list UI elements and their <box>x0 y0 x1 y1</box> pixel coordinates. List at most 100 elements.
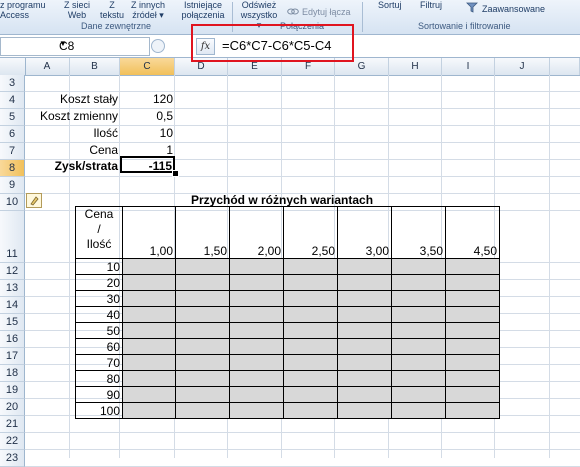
result-cell[interactable] <box>229 290 284 307</box>
fill-handle[interactable] <box>172 170 179 177</box>
result-cell[interactable] <box>175 402 230 419</box>
result-cell[interactable] <box>175 354 230 371</box>
result-cell[interactable] <box>337 386 392 403</box>
result-cell[interactable] <box>122 258 176 275</box>
filter-button[interactable]: Filtruj <box>420 0 442 10</box>
row-header-6[interactable]: 6 <box>0 126 25 143</box>
active-cell-c8[interactable] <box>120 156 175 173</box>
value-fixed-cost[interactable]: 120 <box>120 92 173 106</box>
price-header[interactable]: 3,50 <box>391 206 446 259</box>
result-cell[interactable] <box>229 386 284 403</box>
row-header-5[interactable]: 5 <box>0 109 25 126</box>
price-header[interactable]: 1,00 <box>122 206 176 259</box>
result-cell[interactable] <box>122 354 176 371</box>
column-header-k[interactable] <box>550 58 580 75</box>
result-cell[interactable] <box>175 370 230 387</box>
from-text-button[interactable]: Z tekstu <box>97 0 127 20</box>
column-header-a[interactable]: A <box>25 58 70 75</box>
value-variable-cost[interactable]: 0,5 <box>120 109 173 123</box>
result-cell[interactable] <box>122 386 176 403</box>
result-cell[interactable] <box>122 322 176 339</box>
quantity-cell[interactable]: 80 <box>75 370 123 387</box>
result-cell[interactable] <box>391 402 446 419</box>
row-header-7[interactable]: 7 <box>0 143 25 160</box>
result-cell[interactable] <box>229 258 284 275</box>
quantity-cell[interactable]: 20 <box>75 274 123 291</box>
result-cell[interactable] <box>122 274 176 291</box>
result-cell[interactable] <box>283 322 338 339</box>
row-header-8[interactable]: 8 <box>0 160 25 177</box>
row-header-18[interactable]: 18 <box>0 365 25 382</box>
from-web-button[interactable]: Z sieci Web <box>62 0 92 20</box>
result-cell[interactable] <box>175 386 230 403</box>
result-cell[interactable] <box>283 338 338 355</box>
paste-options-icon[interactable] <box>26 193 42 208</box>
value-quantity[interactable]: 10 <box>120 126 173 140</box>
column-header-h[interactable]: H <box>389 58 442 75</box>
result-cell[interactable] <box>337 306 392 323</box>
row-header-23[interactable]: 23 <box>0 450 25 467</box>
price-header[interactable]: 1,50 <box>175 206 230 259</box>
result-cell[interactable] <box>122 338 176 355</box>
result-cell[interactable] <box>391 290 446 307</box>
result-cell[interactable] <box>283 402 338 419</box>
result-cell[interactable] <box>175 290 230 307</box>
row-header-4[interactable]: 4 <box>0 92 25 109</box>
result-cell[interactable] <box>445 274 500 291</box>
quantity-cell[interactable]: 100 <box>75 402 123 419</box>
result-cell[interactable] <box>445 402 500 419</box>
result-cell[interactable] <box>229 274 284 291</box>
result-cell[interactable] <box>175 322 230 339</box>
result-cell[interactable] <box>337 354 392 371</box>
row-header-12[interactable]: 12 <box>0 263 25 280</box>
sort-button[interactable]: Sortuj <box>378 0 402 10</box>
price-header[interactable]: 2,00 <box>229 206 284 259</box>
price-header[interactable]: 3,00 <box>337 206 392 259</box>
result-cell[interactable] <box>175 338 230 355</box>
row-header-21[interactable]: 21 <box>0 416 25 433</box>
result-cell[interactable] <box>337 290 392 307</box>
result-cell[interactable] <box>229 354 284 371</box>
result-cell[interactable] <box>175 274 230 291</box>
result-cell[interactable] <box>283 290 338 307</box>
result-cell[interactable] <box>283 386 338 403</box>
price-header[interactable]: 2,50 <box>283 206 338 259</box>
column-header-b[interactable]: B <box>70 58 120 75</box>
edit-links-button[interactable]: Edytuj łącza <box>302 7 351 17</box>
result-cell[interactable] <box>229 338 284 355</box>
result-cell[interactable] <box>445 386 500 403</box>
column-header-i[interactable]: I <box>442 58 495 75</box>
result-cell[interactable] <box>391 338 446 355</box>
row-header-17[interactable]: 17 <box>0 348 25 365</box>
quantity-cell[interactable]: 70 <box>75 354 123 371</box>
advanced-button[interactable]: Zaawansowane <box>482 4 545 14</box>
row-header-3[interactable]: 3 <box>0 75 25 92</box>
quantity-cell[interactable]: 90 <box>75 386 123 403</box>
result-cell[interactable] <box>283 274 338 291</box>
result-cell[interactable] <box>175 306 230 323</box>
result-cell[interactable] <box>337 258 392 275</box>
result-cell[interactable] <box>122 402 176 419</box>
result-cell[interactable] <box>445 370 500 387</box>
name-box[interactable]: C8 ▼ <box>0 37 150 56</box>
result-cell[interactable] <box>445 306 500 323</box>
quantity-cell[interactable]: 40 <box>75 306 123 323</box>
result-cell[interactable] <box>229 370 284 387</box>
result-cell[interactable] <box>337 274 392 291</box>
result-cell[interactable] <box>122 306 176 323</box>
value-price[interactable]: 1 <box>120 143 173 157</box>
data-table-corner[interactable]: Cena / Ilość <box>75 206 123 259</box>
select-all-corner[interactable] <box>0 58 26 75</box>
from-other-sources-button[interactable]: Z innych źródeł ▾ <box>130 0 166 20</box>
result-cell[interactable] <box>337 338 392 355</box>
row-header-22[interactable]: 22 <box>0 433 25 450</box>
quantity-cell[interactable]: 30 <box>75 290 123 307</box>
row-header-13[interactable]: 13 <box>0 280 25 297</box>
result-cell[interactable] <box>391 306 446 323</box>
result-cell[interactable] <box>175 258 230 275</box>
row-header-19[interactable]: 19 <box>0 382 25 399</box>
row-header-9[interactable]: 9 <box>0 177 25 194</box>
quantity-cell[interactable]: 50 <box>75 322 123 339</box>
result-cell[interactable] <box>445 258 500 275</box>
row-header-14[interactable]: 14 <box>0 297 25 314</box>
